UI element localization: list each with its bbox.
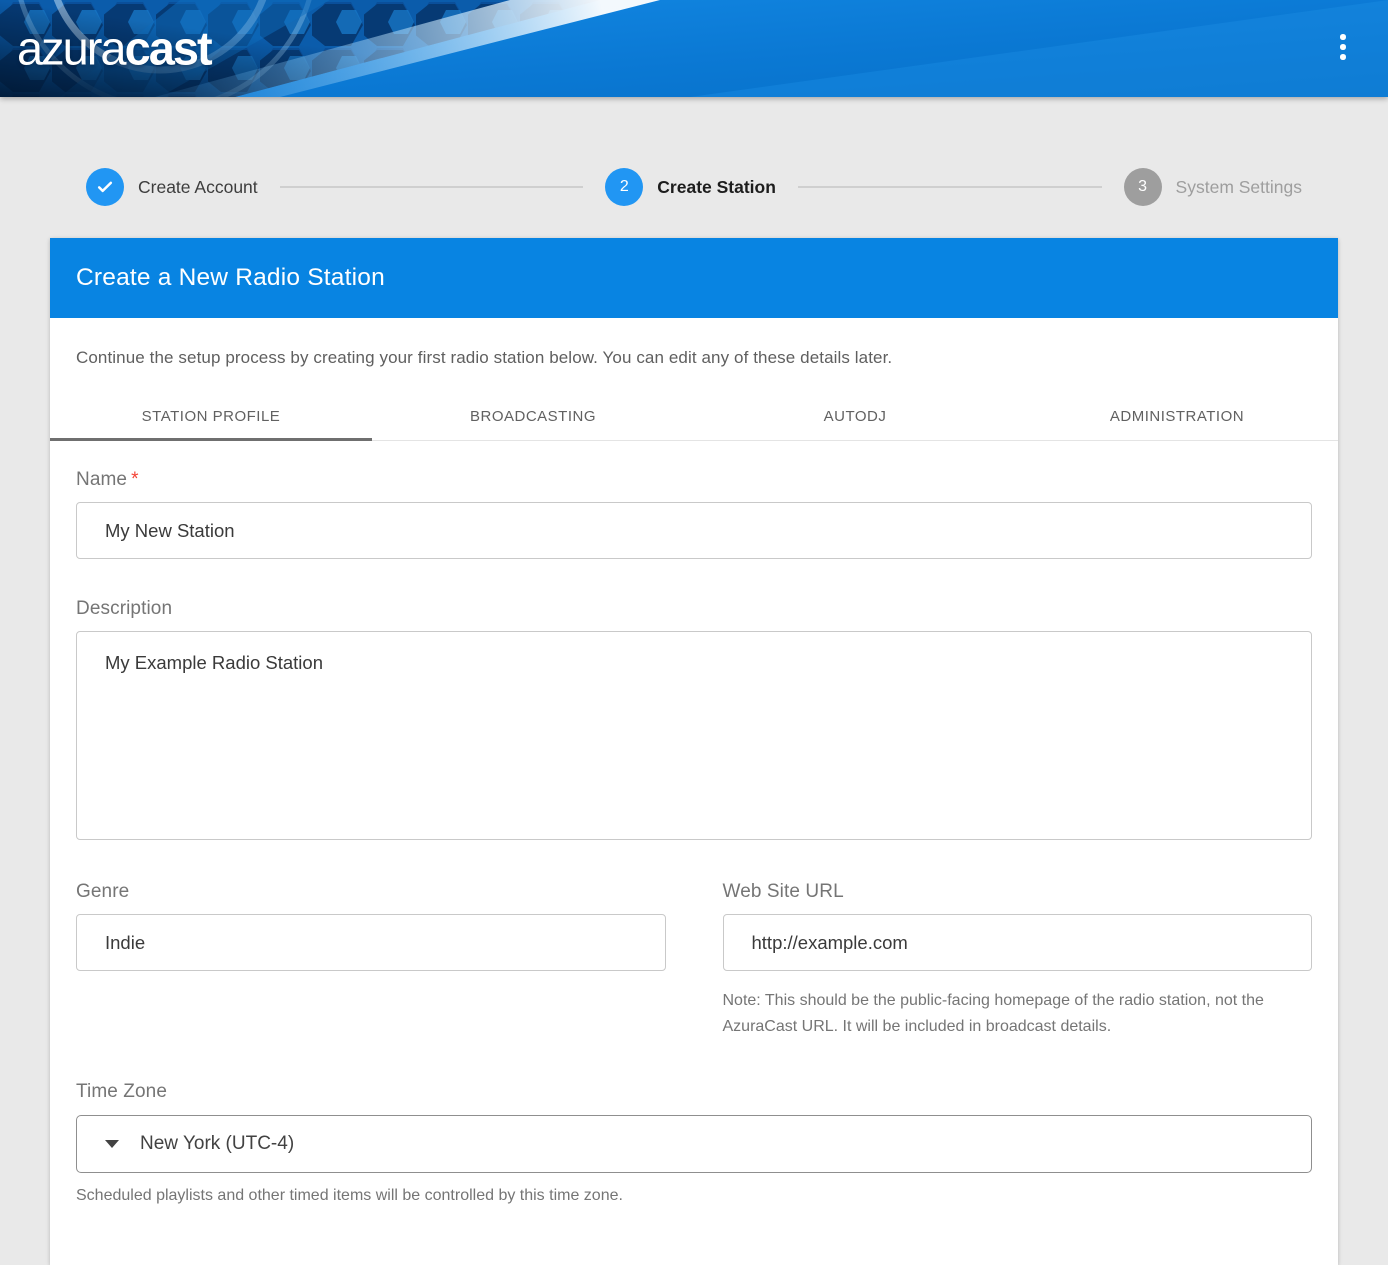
chevron-down-icon — [105, 1140, 119, 1148]
check-icon — [95, 177, 115, 197]
create-station-card: Create a New Radio Station Continue the … — [50, 238, 1338, 1265]
genre-website-row: Genre Web Site URL Note: This should be … — [76, 881, 1312, 1040]
tab-autodj[interactable]: AUTODJ — [694, 393, 1016, 440]
stepper-step-create-account[interactable]: Create Account — [86, 168, 258, 206]
stepper-step-system-settings[interactable]: 3 System Settings — [1124, 168, 1302, 206]
timezone-select[interactable]: New York (UTC-4) — [76, 1115, 1312, 1173]
required-asterisk: * — [131, 469, 139, 490]
stepper-connector — [280, 186, 584, 188]
logo-text-cast: cast — [125, 21, 211, 74]
website-field-group: Web Site URL Note: This should be the pu… — [723, 881, 1313, 1040]
name-field-group: Name* — [76, 469, 1312, 559]
website-label: Web Site URL — [723, 881, 844, 902]
description-field-group: Description My Example Radio Station — [76, 598, 1312, 840]
tab-broadcasting[interactable]: BROADCASTING — [372, 393, 694, 440]
name-input[interactable] — [76, 502, 1312, 559]
intro-text: Continue the setup process by creating y… — [76, 318, 1312, 368]
genre-input[interactable] — [76, 914, 666, 971]
step-2-label: Create Station — [657, 177, 776, 198]
app-header: azuracast — [0, 0, 1388, 97]
website-note: Note: This should be the public-facing h… — [723, 988, 1313, 1040]
card-body: Continue the setup process by creating y… — [50, 318, 1338, 1265]
timezone-field-group: Time Zone New York (UTC-4) Scheduled pla… — [76, 1081, 1312, 1205]
tab-administration[interactable]: ADMINISTRATION — [1016, 393, 1338, 440]
tab-station-profile[interactable]: STATION PROFILE — [50, 393, 372, 440]
step-1-label: Create Account — [138, 177, 258, 198]
step-1-indicator — [86, 168, 124, 206]
genre-label: Genre — [76, 881, 129, 902]
station-tabs: STATION PROFILE BROADCASTING AUTODJ ADMI… — [50, 393, 1338, 441]
name-label-text: Name — [76, 469, 127, 490]
description-label: Description — [76, 598, 172, 619]
name-label: Name* — [76, 469, 139, 490]
step-2-indicator: 2 — [605, 168, 643, 206]
azuracast-logo: azuracast — [17, 24, 211, 71]
stepper-connector — [798, 186, 1102, 188]
timezone-helper-text: Scheduled playlists and other timed item… — [76, 1187, 1312, 1205]
stepper-step-create-station[interactable]: 2 Create Station — [605, 168, 776, 206]
card-header: Create a New Radio Station — [50, 238, 1338, 318]
setup-stepper: Create Account 2 Create Station 3 System… — [50, 149, 1338, 225]
kebab-menu-icon[interactable] — [1331, 27, 1355, 67]
timezone-label: Time Zone — [76, 1081, 167, 1102]
description-textarea[interactable]: My Example Radio Station — [76, 631, 1312, 840]
page-title: Create a New Radio Station — [76, 264, 385, 292]
logo-text-azura: azura — [17, 21, 125, 74]
genre-field-group: Genre — [76, 881, 666, 971]
timezone-selected-value: New York (UTC-4) — [140, 1133, 294, 1155]
website-input[interactable] — [723, 914, 1313, 971]
step-3-label: System Settings — [1176, 177, 1302, 198]
step-3-indicator: 3 — [1124, 168, 1162, 206]
